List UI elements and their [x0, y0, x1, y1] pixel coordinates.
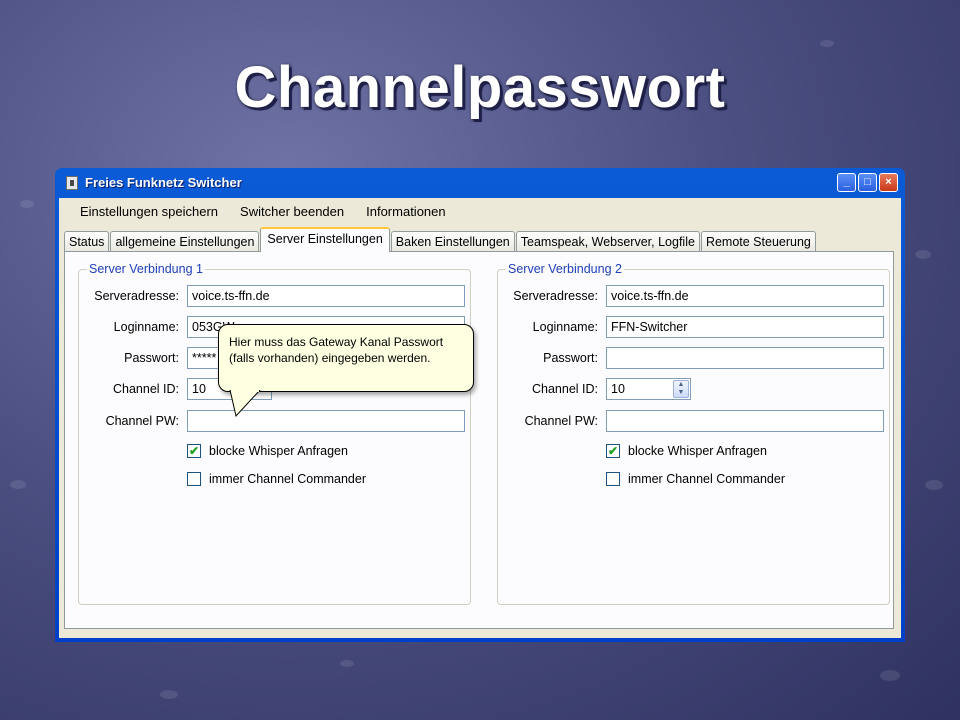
background-dot	[820, 40, 834, 47]
menu-item-einstellungen-speichern[interactable]: Einstellungen speichern	[69, 204, 229, 219]
background-dot	[340, 660, 354, 667]
password-input[interactable]	[606, 347, 884, 369]
tab-remote-steuerung[interactable]: Remote Steuerung	[700, 231, 816, 252]
tab-panel: Server Verbindung 1 Serveradresse: voice…	[64, 251, 894, 629]
minimize-button[interactable]: _	[837, 173, 856, 192]
channel-id-label: Channel ID:	[112, 382, 179, 396]
tab-teamspeak-webserver-logfile[interactable]: Teamspeak, Webserver, Logfile	[515, 231, 700, 252]
tooltip-tail-icon	[229, 390, 261, 418]
login-name-input[interactable]: FFN-Switcher	[606, 316, 884, 338]
commander-label: immer Channel Commander	[209, 472, 367, 486]
spin-button[interactable]: ▲ ▼	[673, 380, 689, 398]
commander-checkbox[interactable]	[187, 472, 201, 486]
tab-server-einstellungen[interactable]: Server Einstellungen	[260, 227, 390, 252]
whisper-checkbox[interactable]: ✔	[187, 444, 201, 458]
app-icon[interactable]	[66, 176, 78, 190]
menu-bar: Einstellungen speichern Switcher beenden…	[59, 198, 901, 224]
spin-up-icon[interactable]: ▲	[674, 381, 688, 389]
server-label: Serveradresse:	[513, 289, 598, 303]
background-dot	[20, 200, 34, 208]
window-title: Freies Funknetz Switcher	[85, 175, 242, 190]
tooltip-line: (falls vorhanden) eingegeben werden.	[229, 351, 431, 365]
server-label: Serveradresse:	[94, 289, 179, 303]
tab-status[interactable]: Status	[64, 231, 110, 252]
background-dot	[160, 690, 178, 699]
channel-password-input[interactable]	[606, 410, 884, 432]
slide-title: Channelpasswort	[234, 55, 726, 120]
group-title: Server Verbindung 1	[87, 262, 205, 276]
server-connection-1-group: Server Verbindung 1 Serveradresse: voice…	[78, 262, 471, 605]
background-dot	[880, 670, 900, 681]
group-title: Server Verbindung 2	[506, 262, 624, 276]
channel-id-value: 10	[611, 382, 625, 396]
password-label: Passwort:	[124, 351, 179, 365]
background-dot	[925, 480, 943, 490]
menu-item-informationen[interactable]: Informationen	[355, 204, 457, 219]
spin-down-icon[interactable]: ▼	[674, 389, 688, 397]
tooltip-balloon: Hier muss das Gateway Kanal Passwort (fa…	[218, 324, 474, 392]
channel-pw-label: Channel PW:	[105, 414, 179, 428]
whisper-label: blocke Whisper Anfragen	[628, 444, 767, 458]
maximize-button[interactable]: □	[858, 173, 877, 192]
tab-allgemeine-einstellungen[interactable]: allgemeine Einstellungen	[110, 231, 260, 252]
commander-checkbox[interactable]	[606, 472, 620, 486]
server-connection-2-group: Server Verbindung 2 Serveradresse: voice…	[497, 262, 890, 605]
tooltip-line: Hier muss das Gateway Kanal Passwort	[229, 335, 444, 349]
title-bar[interactable]: Freies Funknetz Switcher _ □ ×	[59, 168, 901, 198]
login-label: Loginname:	[532, 320, 598, 334]
channel-id-value: 10	[192, 382, 206, 396]
whisper-label: blocke Whisper Anfragen	[209, 444, 348, 458]
background-dot	[10, 480, 26, 489]
close-button[interactable]: ×	[879, 173, 898, 192]
tab-strip: Status allgemeine Einstellungen Server E…	[64, 227, 817, 252]
window-client-area: Einstellungen speichern Switcher beenden…	[59, 198, 901, 638]
server-address-input[interactable]: voice.ts-ffn.de	[606, 285, 884, 307]
server-address-input[interactable]: voice.ts-ffn.de	[187, 285, 465, 307]
channel-pw-label: Channel PW:	[524, 414, 598, 428]
password-label: Passwort:	[543, 351, 598, 365]
menu-item-switcher-beenden[interactable]: Switcher beenden	[229, 204, 355, 219]
login-label: Loginname:	[113, 320, 179, 334]
window-controls: _ □ ×	[837, 173, 898, 192]
commander-label: immer Channel Commander	[628, 472, 786, 486]
channel-id-label: Channel ID:	[531, 382, 598, 396]
channel-id-stepper[interactable]: 10 ▲ ▼	[606, 378, 691, 400]
app-window: Freies Funknetz Switcher _ □ × Einstellu…	[55, 168, 905, 642]
tab-baken-einstellungen[interactable]: Baken Einstellungen	[390, 231, 515, 252]
background-dot	[915, 250, 931, 259]
whisper-checkbox[interactable]: ✔	[606, 444, 620, 458]
